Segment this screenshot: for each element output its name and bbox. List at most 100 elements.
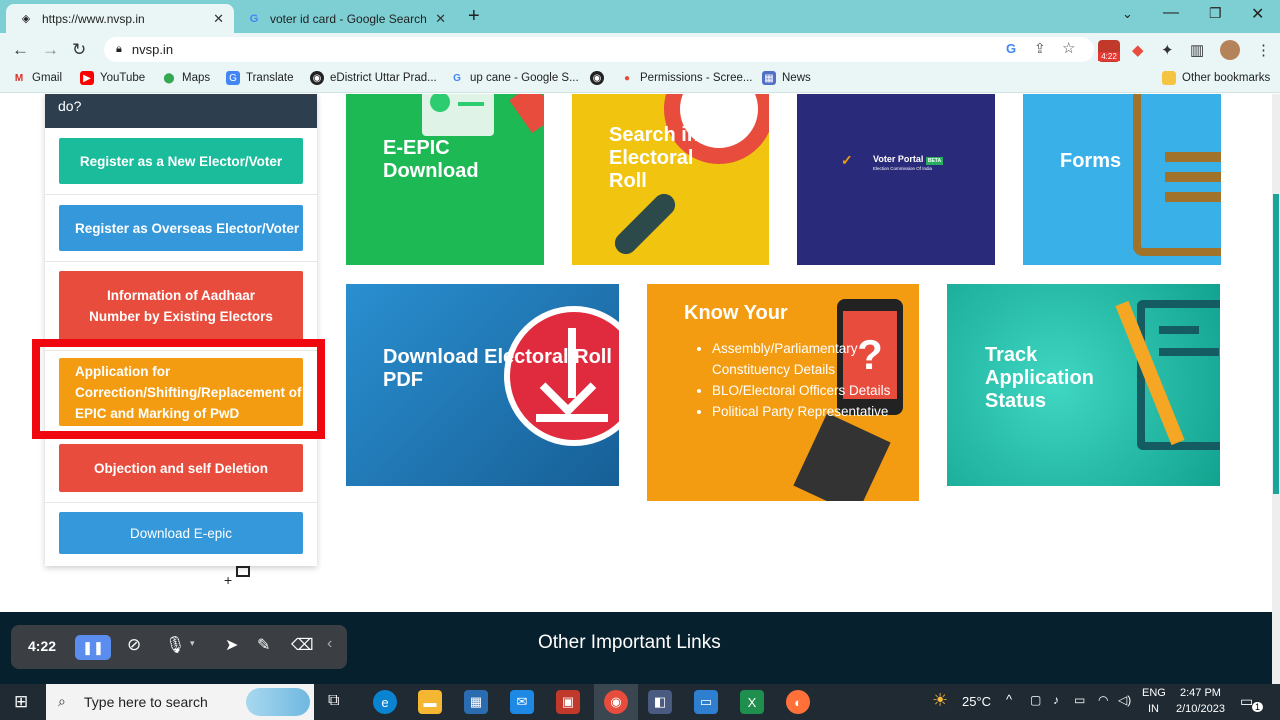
ext-badge: 4:22	[1098, 52, 1120, 61]
task-view-icon[interactable]: ⧉	[328, 692, 339, 710]
clock-date[interactable]: 2/10/2023	[1176, 703, 1225, 715]
download-e-epic-button[interactable]: Download E-epic	[59, 512, 303, 554]
new-tab-icon[interactable]: +	[468, 5, 480, 28]
extension-icon[interactable]: ◆	[1132, 41, 1144, 59]
windows-start-icon[interactable]: ⊞	[14, 692, 28, 712]
page-scrollbar[interactable]	[1272, 94, 1280, 684]
other-links-heading: Other Important Links	[538, 632, 721, 653]
bookmark-news[interactable]: ▦ News	[762, 71, 811, 85]
microphone-icon[interactable]: 🎙︎	[165, 635, 185, 655]
battery-icon[interactable]: ▭	[1074, 693, 1085, 707]
list-item[interactable]: BLO/Electoral Officers Details	[712, 380, 895, 401]
id-card-icon	[422, 94, 494, 136]
google-icon: G	[453, 72, 461, 84]
volume-icon[interactable]: ◁)	[1118, 693, 1131, 707]
form-line-icon	[1165, 192, 1221, 202]
bookmark-gmail[interactable]: M Gmail	[12, 71, 62, 85]
pen-icon[interactable]: ✎	[257, 635, 270, 655]
bookmark-edistrict[interactable]: ◉ eDistrict Uttar Prad...	[310, 71, 437, 85]
form-line-icon	[1165, 152, 1221, 162]
tray-app-icon[interactable]: ▢	[1030, 693, 1041, 707]
globe-icon: ◉	[590, 71, 604, 85]
tile-track-application-status[interactable]: Track Application Status	[947, 284, 1220, 486]
tab-nvsp[interactable]: ◈ https://www.nvsp.in ✕	[6, 4, 234, 33]
tile-download-electoral-roll-pdf[interactable]: Download Electoral Roll PDF	[346, 284, 619, 486]
side-panel-icon[interactable]: ▥	[1190, 41, 1204, 59]
tray-mic-icon[interactable]: ♪	[1053, 693, 1059, 707]
chrome-icon[interactable]: ◉	[604, 690, 628, 714]
bookmark-permissions[interactable]: ● Permissions - Scree...	[620, 71, 753, 85]
menu-kebab-icon[interactable]: ⋮	[1256, 41, 1271, 59]
tab-search-chevron-icon[interactable]: ⌄	[1122, 6, 1133, 22]
tile-e-epic-download[interactable]: E-EPIC Download	[346, 94, 544, 265]
windows-taskbar: ⊞ ⌕ Type here to search ⧉ e ▬ ▦ ✉ ▣ ◉ ◧ …	[0, 684, 1280, 720]
tile-search-electoral-roll[interactable]: Search in Electoral Roll	[572, 94, 769, 265]
forward-icon[interactable]: →	[42, 40, 59, 60]
other-bookmarks[interactable]: Other bookmarks	[1162, 71, 1270, 85]
close-window-icon[interactable]: ✕	[1251, 4, 1264, 24]
language-top[interactable]: ENG	[1142, 687, 1166, 699]
globe-icon: ◉	[310, 71, 324, 85]
tile-forms[interactable]: Forms	[1023, 94, 1221, 265]
pause-icon[interactable]: ❚❚	[75, 635, 111, 660]
objection-deletion-button[interactable]: Objection and self Deletion	[59, 444, 303, 492]
tile-title: Know Your	[684, 302, 788, 324]
address-bar[interactable]: 🔒︎ nvsp.in G ⇪ ☆	[104, 37, 1094, 62]
register-overseas-elector-button[interactable]: Register as Overseas Elector/Voter	[59, 205, 303, 251]
camera-off-icon[interactable]: ⊘	[127, 635, 141, 655]
bookmark-translate[interactable]: G Translate	[226, 71, 294, 85]
register-new-elector-button[interactable]: Register as a New Elector/Voter	[59, 138, 303, 184]
eraser-icon[interactable]: ⌫	[291, 635, 314, 655]
panel-heading: do?	[45, 94, 317, 128]
file-explorer-icon[interactable]: ▬	[418, 690, 442, 714]
form-line-icon	[1165, 172, 1221, 182]
tile-title: Forms	[1060, 150, 1122, 172]
bookmark-up-cane[interactable]: Gup cane - Google S...	[450, 71, 579, 85]
bookmark-star-icon[interactable]: ☆	[1062, 39, 1075, 57]
excel-icon[interactable]: X	[740, 690, 764, 714]
collapse-chevron-icon[interactable]: ‹	[327, 635, 332, 653]
microsoft-store-icon[interactable]: ▦	[464, 690, 488, 714]
list-item[interactable]: Assembly/Parliamentary Constituency Deta…	[712, 338, 895, 380]
tray-chevron-icon[interactable]: ^	[1006, 692, 1012, 707]
list-item[interactable]: Political Party Representative	[712, 401, 895, 422]
photos-icon[interactable]: ◧	[648, 690, 672, 714]
mail-icon[interactable]: ✉	[510, 690, 534, 714]
card-line-icon	[458, 102, 484, 106]
google-favicon-icon: G	[249, 12, 259, 25]
firefox-icon[interactable]: ◐	[786, 690, 810, 714]
tile-voter-portal[interactable]: ✓ Voter Portal BETA Election Commission …	[797, 94, 995, 265]
bookmark-maps[interactable]: ⬤ Maps	[162, 71, 210, 85]
reload-icon[interactable]: ↻	[72, 40, 86, 60]
minimize-icon[interactable]: —	[1163, 4, 1179, 22]
weather-icon[interactable]: ☀	[932, 690, 948, 711]
profile-avatar[interactable]	[1220, 40, 1240, 60]
restore-icon[interactable]: ❐	[1209, 5, 1222, 22]
scroll-thumb[interactable]	[1273, 194, 1279, 494]
remote-desktop-icon[interactable]: ▭	[694, 690, 718, 714]
puzzle-extensions-icon[interactable]: ✦	[1161, 41, 1174, 59]
close-tab-icon[interactable]: ✕	[435, 11, 446, 27]
aadhaar-information-button[interactable]: Information of Aadhaar Number by Existin…	[59, 271, 303, 341]
pointer-icon[interactable]: ➤	[225, 635, 238, 655]
clock-time[interactable]: 2:47 PM	[1180, 687, 1221, 699]
tab-google-search[interactable]: G voter id card - Google Search ✕	[234, 4, 456, 33]
tab-title: voter id card - Google Search	[270, 11, 427, 26]
tile-know-your[interactable]: ? Know Your Assembly/Parliamentary Const…	[647, 284, 919, 501]
news-icon: ▦	[762, 71, 776, 85]
bookmark-globe[interactable]: ◉	[590, 71, 610, 85]
search-placeholder: Type here to search	[84, 694, 208, 710]
close-tab-icon[interactable]: ✕	[213, 11, 224, 27]
share-icon[interactable]: ⇪	[1034, 40, 1046, 57]
back-icon[interactable]: ←	[12, 40, 29, 60]
extension-recorder-icon[interactable]: 4:22	[1098, 40, 1120, 62]
wifi-icon[interactable]: ◠	[1098, 693, 1108, 707]
taskbar-search-box[interactable]: ⌕ Type here to search	[46, 684, 314, 720]
google-lens-icon[interactable]: G	[1006, 41, 1016, 56]
app-icon[interactable]: ▣	[556, 690, 580, 714]
mic-dropdown-icon[interactable]: ▾	[190, 638, 195, 649]
language-bottom[interactable]: IN	[1148, 703, 1159, 715]
weather-temp[interactable]: 25°C	[962, 694, 991, 709]
bookmark-youtube[interactable]: ▶ YouTube	[80, 71, 145, 85]
edge-icon[interactable]: e	[373, 690, 397, 714]
